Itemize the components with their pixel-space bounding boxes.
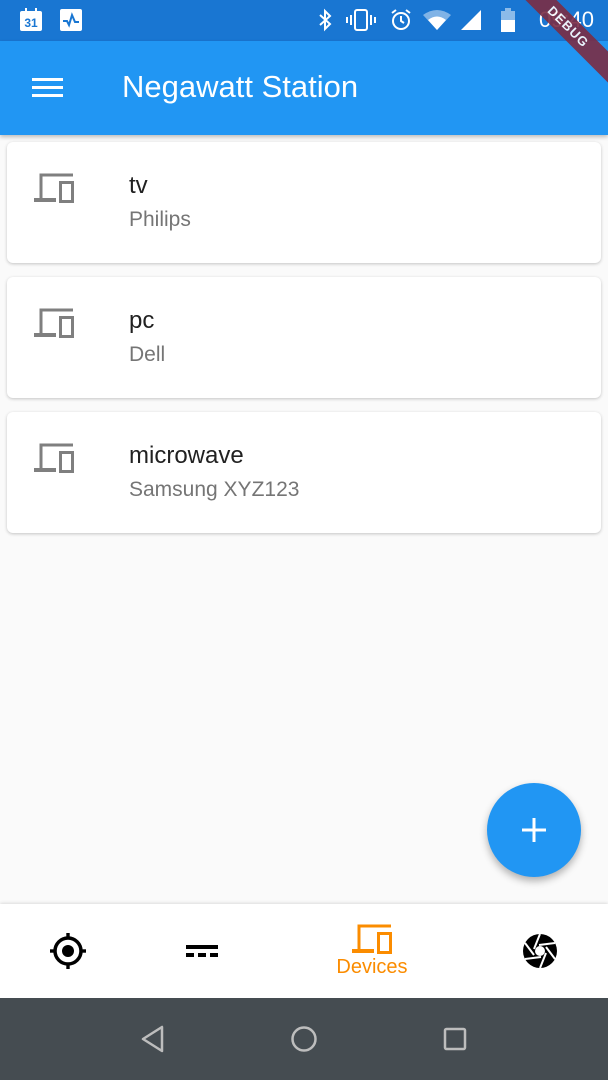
nav-item-power[interactable] bbox=[126, 904, 278, 998]
app-bar: Negawatt Station bbox=[0, 41, 608, 135]
menu-icon[interactable] bbox=[28, 76, 64, 100]
power-input-icon bbox=[186, 945, 218, 957]
device-name: tv bbox=[129, 172, 148, 199]
add-device-button[interactable] bbox=[487, 783, 581, 877]
battery-icon bbox=[500, 8, 516, 32]
add-icon bbox=[522, 818, 546, 842]
device-name: microwave bbox=[129, 442, 244, 469]
device-name: pc bbox=[129, 307, 155, 334]
nav-item-camera[interactable] bbox=[464, 904, 608, 998]
recents-icon[interactable] bbox=[438, 1022, 472, 1056]
devices-icon bbox=[33, 443, 75, 478]
device-card[interactable]: pc Dell bbox=[7, 277, 601, 398]
device-brand: Dell bbox=[129, 343, 166, 366]
nav-item-devices[interactable]: Devices bbox=[296, 904, 448, 998]
system-navigation-bar bbox=[0, 998, 608, 1080]
calendar-icon: 31 bbox=[18, 8, 44, 32]
device-card[interactable]: tv Philips bbox=[7, 142, 601, 263]
wifi-icon bbox=[422, 8, 452, 32]
status-bar: 31 09:40 bbox=[0, 0, 608, 41]
signal-icon bbox=[460, 8, 482, 32]
gps-fixed-icon bbox=[50, 933, 86, 969]
calendar-day: 31 bbox=[24, 16, 38, 30]
device-card[interactable]: microwave Samsung XYZ123 bbox=[7, 412, 601, 533]
alarm-icon bbox=[388, 8, 414, 32]
device-brand: Samsung XYZ123 bbox=[129, 478, 300, 501]
devices-icon bbox=[352, 924, 392, 954]
vibrate-icon bbox=[346, 8, 376, 32]
bottom-navigation: Devices bbox=[0, 904, 608, 998]
device-list: tv Philips pc Dell microwave Samsung XYZ… bbox=[7, 142, 601, 547]
devices-icon bbox=[33, 173, 75, 208]
page-title: Negawatt Station bbox=[122, 69, 359, 104]
home-icon[interactable] bbox=[287, 1022, 321, 1056]
back-icon[interactable] bbox=[136, 1022, 170, 1056]
nav-label-devices: Devices bbox=[336, 955, 408, 978]
camera-shutter-icon bbox=[523, 933, 557, 969]
nav-item-location[interactable] bbox=[0, 904, 144, 998]
bluetooth-icon bbox=[316, 8, 336, 32]
pulse-activity-icon bbox=[58, 8, 84, 32]
devices-icon bbox=[33, 308, 75, 343]
device-brand: Philips bbox=[129, 208, 191, 231]
